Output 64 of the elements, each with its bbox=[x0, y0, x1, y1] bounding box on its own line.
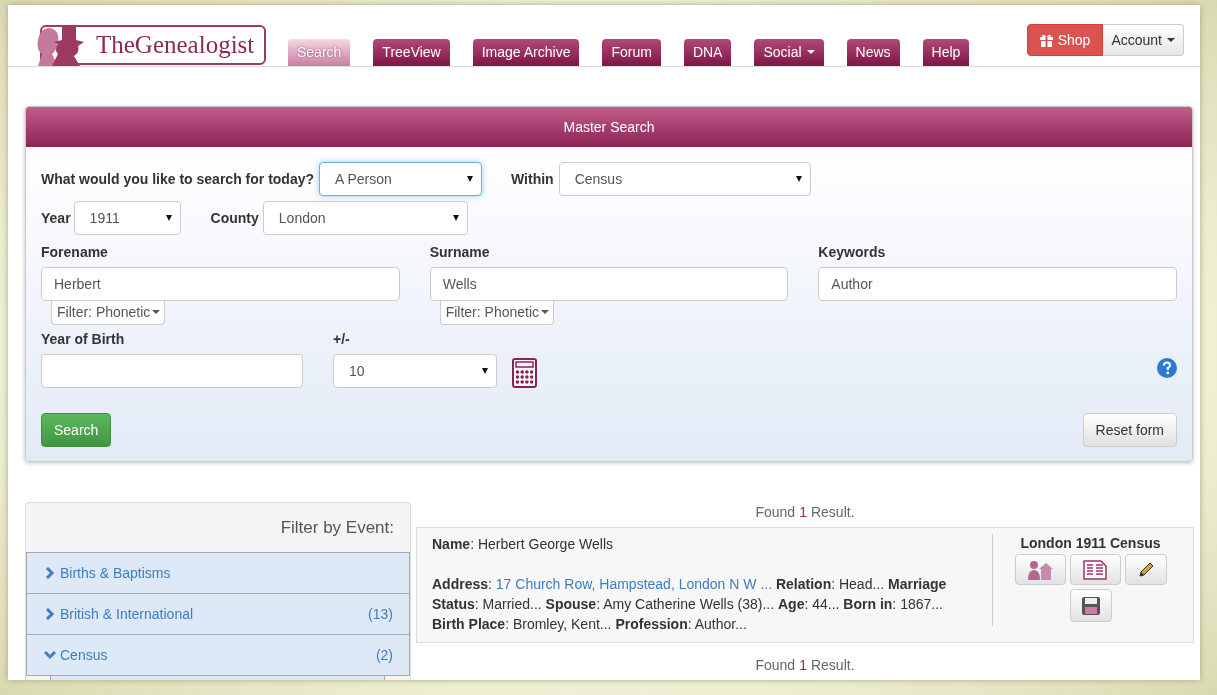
text-field[interactable]: Herbert bbox=[41, 267, 400, 301]
range-select[interactable]: 10 bbox=[333, 354, 497, 388]
pencil-icon bbox=[1137, 561, 1154, 578]
nav-tab[interactable]: Help bbox=[922, 39, 970, 66]
gift-icon bbox=[1039, 33, 1053, 47]
logo[interactable]: TheGenealogist bbox=[40, 25, 266, 65]
reset-button[interactable]: Reset form bbox=[1082, 413, 1177, 447]
household-button[interactable] bbox=[1014, 554, 1066, 585]
text-field[interactable]: Author bbox=[818, 267, 1177, 301]
account-button[interactable]: Account bbox=[1103, 24, 1184, 56]
save-button[interactable] bbox=[1069, 589, 1112, 622]
caret-icon bbox=[806, 50, 815, 54]
nav-tab[interactable]: News bbox=[846, 39, 900, 66]
caret-icon bbox=[1167, 38, 1175, 42]
field-label: County bbox=[210, 210, 259, 226]
birth-year-field[interactable] bbox=[41, 354, 303, 388]
shop-button[interactable]: Shop bbox=[1026, 24, 1104, 56]
field-label: Keywords bbox=[818, 244, 887, 260]
result-name: Name: Herbert George Wells bbox=[432, 535, 615, 554]
logo-text: TheGenealogist bbox=[95, 31, 255, 59]
found-text: Found bbox=[755, 504, 796, 520]
panel-title: Master Search bbox=[26, 107, 1192, 147]
result-details: Address: 17 Church Row, Hampstead, London N W ... Relation: Head... Marriage Status: Married... Spouse: Amy Catherine Wells (38)... Age: 44... Born in: 1867... Birth Place: Bromley, Kent... Profession: Author... bbox=[432, 575, 948, 634]
county-select[interactable]: London bbox=[262, 201, 468, 235]
filter-item[interactable]: British & International (13) bbox=[26, 593, 410, 635]
field-label: Forename bbox=[41, 244, 109, 260]
chevron-icon bbox=[44, 567, 56, 579]
caret-icon bbox=[541, 310, 550, 314]
help-icon[interactable] bbox=[1157, 358, 1177, 378]
filter-title: Filter by Event: bbox=[279, 517, 395, 539]
field-label: Within bbox=[511, 171, 554, 187]
year-select[interactable]: 1911 bbox=[73, 201, 181, 235]
nav-tab[interactable]: Social bbox=[754, 39, 824, 66]
search-type-select[interactable]: A Person bbox=[319, 162, 483, 196]
within-select[interactable]: Census bbox=[558, 162, 811, 196]
result-count: 1 bbox=[799, 504, 807, 520]
chevron-icon bbox=[44, 608, 56, 620]
field-label: +/- bbox=[333, 331, 351, 347]
filter-item[interactable]: Births & Baptisms bbox=[26, 552, 410, 594]
found-text: Result. bbox=[810, 504, 855, 520]
caret-icon bbox=[152, 310, 161, 314]
filter-item[interactable]: Census (2) bbox=[26, 634, 410, 676]
field-label: Year of Birth bbox=[41, 331, 126, 347]
found-text: Result. bbox=[810, 657, 855, 673]
field-label: What would you like to search for today? bbox=[41, 171, 315, 187]
result-count: 1 bbox=[799, 657, 807, 673]
nav-tab[interactable]: DNA bbox=[683, 39, 732, 66]
people-house-icon bbox=[1027, 559, 1053, 580]
filter-dropdown[interactable]: Filter: Phonetic bbox=[51, 301, 166, 325]
field-label: Surname bbox=[429, 244, 491, 260]
found-text: Found bbox=[755, 657, 796, 673]
filter-dropdown[interactable]: Filter: Phonetic bbox=[439, 301, 555, 325]
address-link[interactable]: 17 Church Row, Hampstead, London N W ... bbox=[495, 576, 773, 592]
text-field[interactable]: Wells bbox=[429, 267, 789, 301]
source-title: London 1911 Census bbox=[1020, 535, 1161, 551]
calculator-icon[interactable] bbox=[512, 358, 537, 388]
chevron-icon bbox=[44, 649, 56, 661]
nav-tab[interactable]: Image Archive bbox=[472, 39, 580, 66]
document-icon bbox=[1083, 559, 1107, 580]
edit-button[interactable] bbox=[1124, 554, 1167, 585]
nav-tab[interactable]: Forum bbox=[602, 39, 661, 66]
nav-tab[interactable]: TreeView bbox=[373, 39, 450, 66]
transcript-button[interactable] bbox=[1069, 554, 1121, 585]
field-label: Year bbox=[41, 210, 71, 226]
